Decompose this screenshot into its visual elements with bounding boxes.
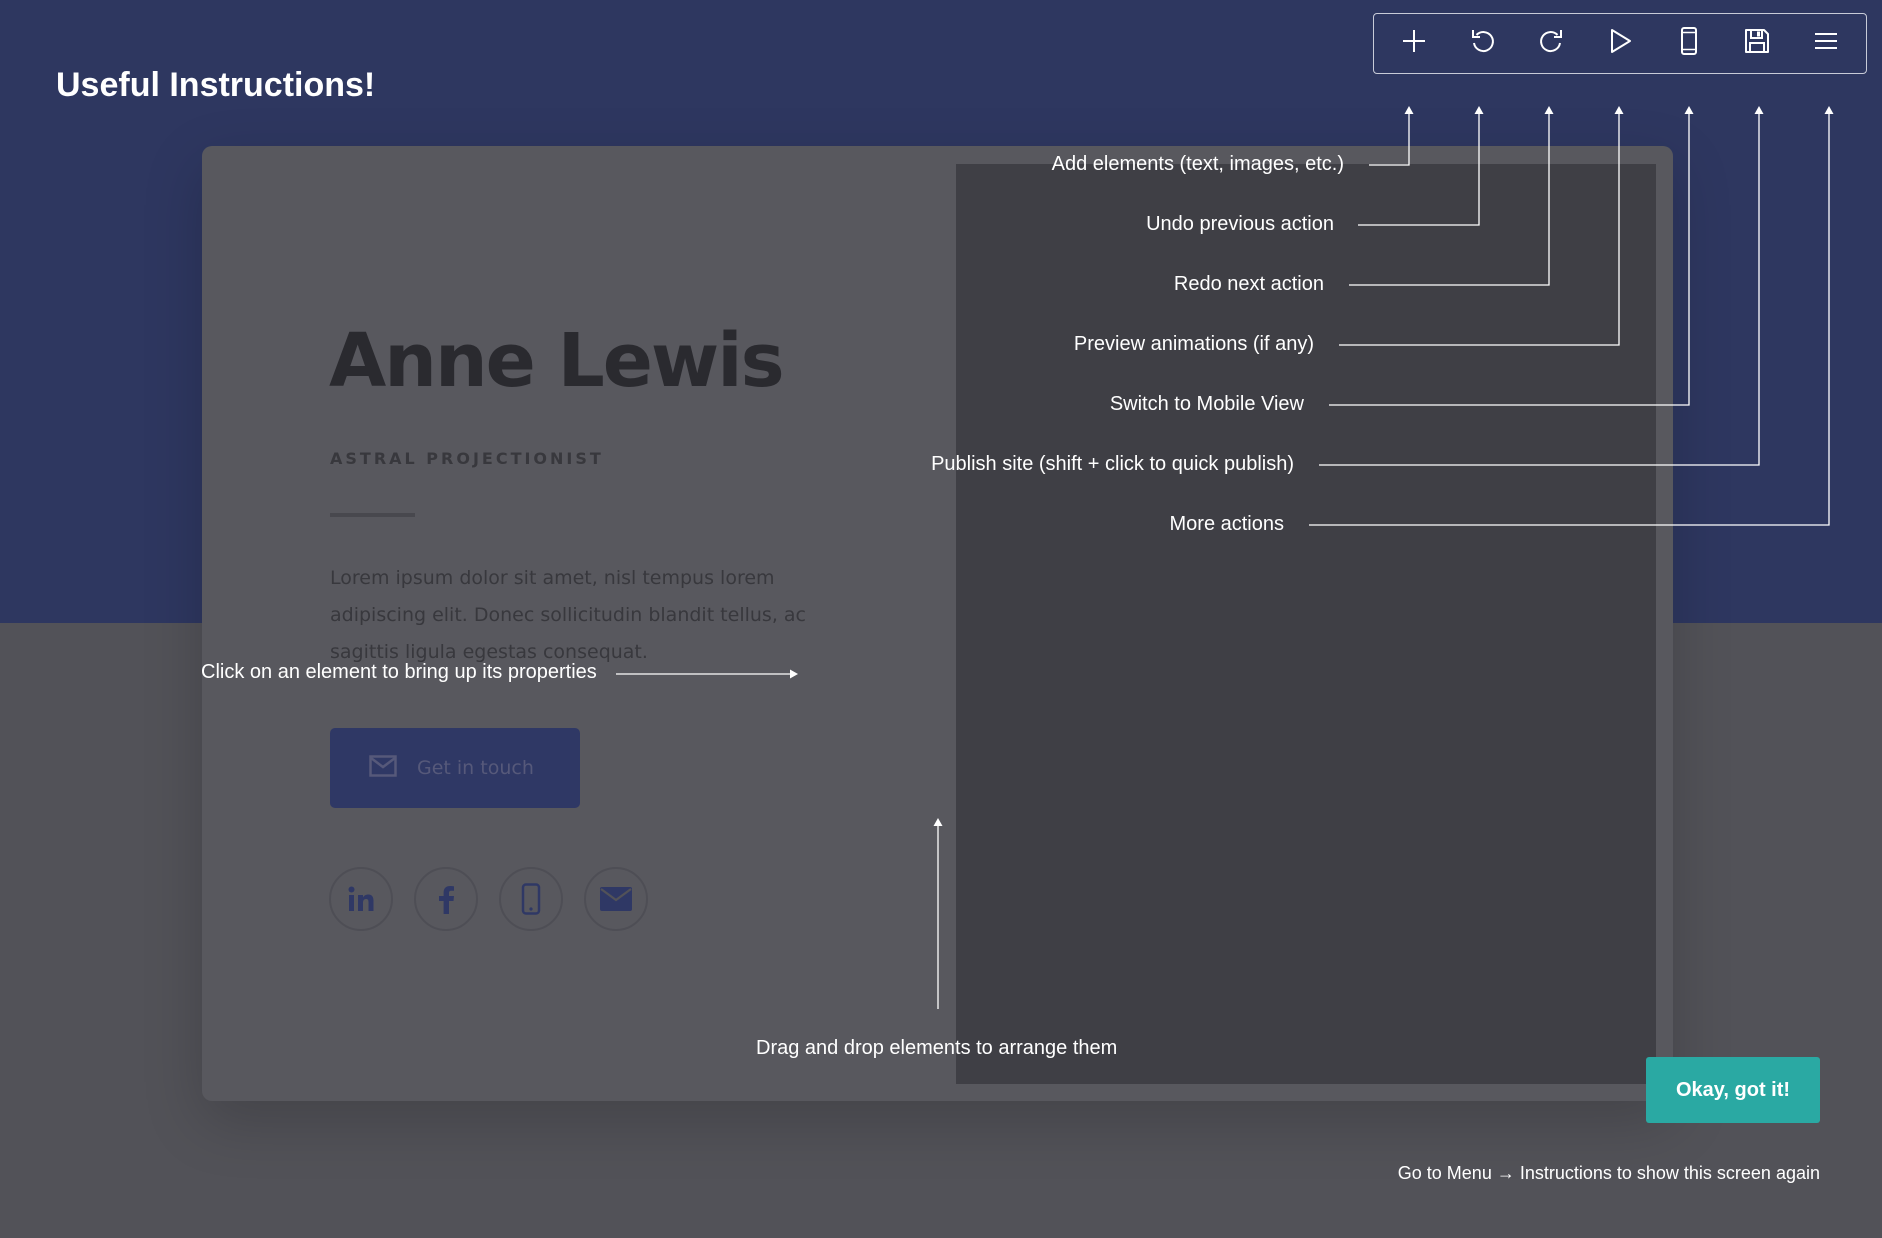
hint-publish: Publish site (shift + click to quick pub… (931, 453, 1294, 475)
plus-icon (1400, 27, 1428, 60)
add-element-button[interactable] (1390, 20, 1438, 68)
hint-add-elements: Add elements (text, images, etc.) (1051, 153, 1344, 175)
envelope-icon (369, 754, 397, 782)
hint-redo: Redo next action (1173, 273, 1324, 295)
divider (330, 513, 415, 517)
get-in-touch-button[interactable]: Get in touch (330, 728, 580, 808)
footer-note: Go to Menu → Instructions to show this s… (1397, 1163, 1820, 1183)
redo-icon (1537, 27, 1565, 60)
profile-bio[interactable]: Lorem ipsum dolor sit amet, nisl tempus … (330, 560, 850, 671)
play-icon (1606, 27, 1634, 60)
hint-preview: Preview animations (if any) (1073, 333, 1314, 355)
hint-click-element: Click on an element to bring up its prop… (201, 661, 597, 683)
preview-button[interactable] (1596, 20, 1644, 68)
instructions-title: Useful Instructions! (56, 66, 376, 104)
phone-button[interactable] (499, 867, 563, 931)
hint-undo: Undo previous action (1146, 213, 1334, 235)
image-placeholder[interactable] (956, 164, 1656, 1084)
facebook-button[interactable] (414, 867, 478, 931)
undo-button[interactable] (1459, 20, 1507, 68)
email-icon (600, 887, 632, 911)
facebook-icon (436, 884, 456, 914)
save-icon (1743, 27, 1771, 60)
profile-role[interactable]: ASTRAL PROJECTIONIST (330, 449, 604, 468)
menu-icon (1812, 27, 1840, 60)
okay-got-it-button[interactable]: Okay, got it! (1646, 1057, 1820, 1123)
email-button[interactable] (584, 867, 648, 931)
linkedin-icon (346, 884, 376, 914)
more-actions-button[interactable] (1802, 20, 1850, 68)
hint-mobile-view: Switch to Mobile View (1109, 393, 1304, 415)
linkedin-button[interactable] (329, 867, 393, 931)
get-in-touch-label: Get in touch (417, 757, 534, 779)
publish-button[interactable] (1733, 20, 1781, 68)
mobile-icon (1679, 26, 1699, 61)
profile-name[interactable]: Anne Lewis (329, 318, 785, 404)
redo-button[interactable] (1527, 20, 1575, 68)
undo-icon (1469, 27, 1497, 60)
mobile-view-button[interactable] (1665, 20, 1713, 68)
phone-icon (521, 883, 541, 915)
editor-toolbar (1373, 13, 1867, 74)
hint-drag-drop: Drag and drop elements to arrange them (756, 1037, 1118, 1059)
hint-more-actions: More actions (1169, 513, 1285, 535)
